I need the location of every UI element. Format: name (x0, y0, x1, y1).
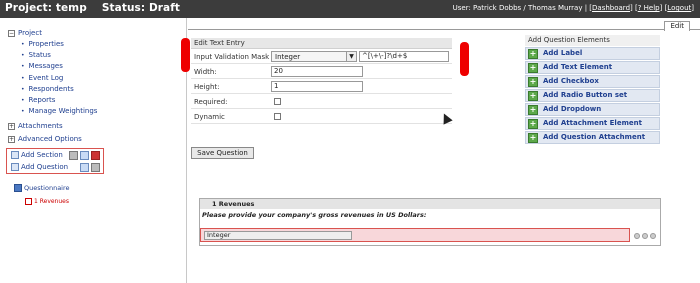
height-label: Height: (194, 83, 220, 91)
dynamic-row: Dynamic (191, 110, 452, 124)
annotation-mark-left (181, 38, 190, 72)
plus-icon: + (528, 91, 538, 101)
questionnaire-link[interactable]: Questionnaire (14, 184, 70, 192)
tree-attachments[interactable]: + Attachments (8, 122, 63, 130)
mask-select[interactable]: Integer ▼ (271, 51, 357, 62)
question-preview: 1 Revenues Please provide your company's… (199, 198, 661, 246)
width-input[interactable]: 20 (271, 66, 363, 77)
add-text-element-button[interactable]: + Add Text Element (525, 61, 660, 74)
tree-project[interactable]: − Project (8, 29, 42, 37)
edit-icon[interactable] (634, 233, 640, 239)
project-title: Project: temp Status: Draft (5, 2, 181, 14)
delete-icon[interactable] (650, 233, 656, 239)
preview-answer-row[interactable]: Integer (200, 228, 630, 242)
preview-question-text: Please provide your company's gross reve… (202, 211, 427, 219)
sidebar-item-messages[interactable]: Messages (21, 62, 171, 73)
project-menu: Properties Status Messages Event Log Res… (21, 40, 171, 118)
height-row: Height: 1 (191, 80, 452, 94)
revenues-tree-item[interactable]: 1 Revenues (25, 198, 69, 205)
required-checkbox[interactable] (274, 98, 281, 105)
add-radio-button-set-button[interactable]: + Add Radio Button set (525, 89, 660, 102)
sidebar-item-event-log[interactable]: Event Log (21, 74, 171, 85)
sidebar-item-reports[interactable]: Reports (21, 96, 171, 107)
add-label-button[interactable]: + Add Label (525, 47, 660, 60)
plus-icon: + (528, 49, 538, 59)
panel-title: Add Question Elements (525, 35, 660, 46)
dynamic-checkbox[interactable] (274, 113, 281, 120)
preview-answer-input[interactable]: Integer (204, 231, 352, 240)
mask-row: Input Validation Mask Integer ▼ ^[\+\-]?… (191, 50, 452, 64)
add-section-link[interactable]: Add Section (11, 151, 63, 159)
tab-bar: Edit (188, 18, 700, 31)
tab-edit[interactable]: Edit (664, 21, 690, 31)
expand-icon[interactable]: + (8, 135, 15, 143)
plus-icon: + (528, 105, 538, 115)
add-attachment-element-button[interactable]: + Add Attachment Element (525, 117, 660, 130)
chevron-down-icon: ▼ (346, 52, 356, 61)
required-row: Required: (191, 95, 452, 109)
collapse-icon[interactable]: − (8, 29, 15, 37)
plus-icon: + (528, 133, 538, 143)
user-info: User: Patrick Dobbs / Thomas Murray | [D… (452, 4, 694, 12)
width-row: Width: 20 (191, 65, 452, 79)
add-section-icon (11, 151, 19, 159)
paste-icon[interactable] (80, 163, 89, 172)
plus-icon: + (528, 77, 538, 87)
help-link[interactable]: ? Help (638, 4, 660, 12)
top-header: Project: temp Status: Draft User: Patric… (0, 0, 700, 18)
annotation-mark-right (460, 42, 469, 76)
add-dropdown-button[interactable]: + Add Dropdown (525, 103, 660, 116)
plus-icon: + (528, 63, 538, 73)
questionnaire-icon (14, 184, 22, 192)
clipboard-icon[interactable] (91, 163, 100, 172)
save-question-button[interactable]: Save Question (191, 147, 254, 159)
mask-input[interactable]: ^[\+\-]?\d+$ (359, 51, 449, 62)
sidebar-item-respondents[interactable]: Respondents (21, 85, 171, 96)
logout-link[interactable]: Logout (667, 4, 691, 12)
dynamic-label: Dynamic (194, 113, 225, 121)
width-label: Width: (194, 68, 217, 76)
add-question-attachment-button[interactable]: + Add Question Attachment (525, 131, 660, 144)
expand-icon[interactable]: + (8, 122, 15, 130)
delete-icon[interactable] (91, 151, 100, 160)
add-question-link[interactable]: Add Question (11, 163, 68, 171)
dashboard-link[interactable]: Dashboard (592, 4, 630, 12)
height-input[interactable]: 1 (271, 81, 363, 92)
tree-advanced-options[interactable]: + Advanced Options (8, 135, 82, 143)
add-tools-box: Add Section Add Question (6, 148, 104, 174)
sidebar-item-status[interactable]: Status (21, 51, 171, 62)
sidebar-item-properties[interactable]: Properties (21, 40, 171, 51)
required-label: Required: (194, 98, 228, 106)
move-icon[interactable] (69, 151, 78, 160)
question-icon (25, 198, 32, 205)
add-question-icon (11, 163, 19, 171)
form-title: Edit Text Entry (191, 38, 452, 49)
plus-icon: + (528, 119, 538, 129)
preview-header: 1 Revenues (200, 199, 660, 209)
mask-label: Input Validation Mask (194, 53, 270, 61)
copy-icon[interactable] (80, 151, 89, 160)
add-checkbox-button[interactable]: + Add Checkbox (525, 75, 660, 88)
sidebar-item-manage-weightings[interactable]: Manage Weightings (21, 107, 171, 118)
move-icon[interactable] (642, 233, 648, 239)
